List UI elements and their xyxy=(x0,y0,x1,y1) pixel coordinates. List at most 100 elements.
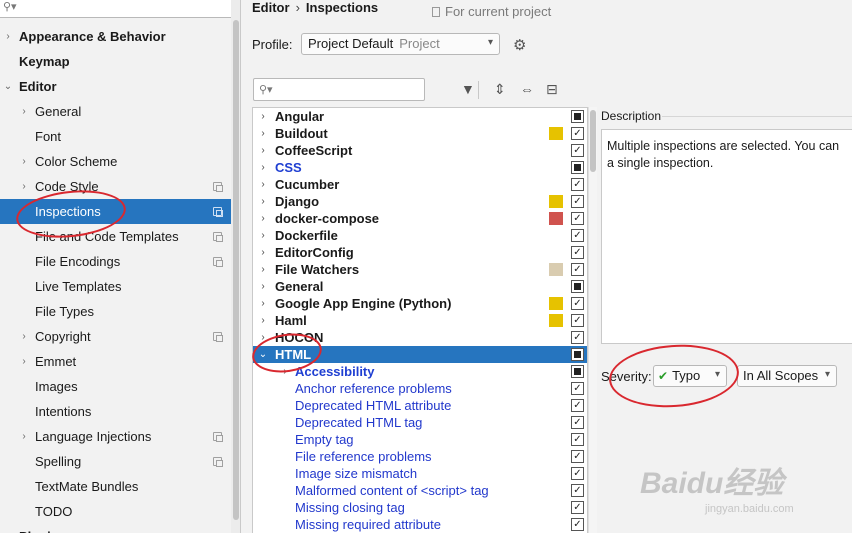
sidebar-item-general[interactable]: › General xyxy=(0,99,240,124)
sidebar-item-emmet[interactable]: › Emmet xyxy=(0,349,240,374)
inspection-checkbox[interactable]: ✓ xyxy=(571,331,584,344)
inspection-checkbox[interactable]: ✓ xyxy=(571,433,584,446)
inspection-search-input[interactable]: ⚲▾ xyxy=(253,78,425,101)
inspection-checkbox[interactable]: ✓ xyxy=(571,212,584,225)
sidebar-item-keymap[interactable]: Keymap xyxy=(0,49,240,74)
inspection-group[interactable]: › Accessibility xyxy=(253,363,587,380)
inspection-group[interactable]: › General xyxy=(253,278,587,295)
inspection-checkbox[interactable] xyxy=(571,110,584,123)
inspection-checkbox[interactable]: ✓ xyxy=(571,297,584,310)
sidebar-item-editor[interactable]: ⌄ Editor xyxy=(0,74,240,99)
inspection-checkbox[interactable]: ✓ xyxy=(571,382,584,395)
inspection-group[interactable]: › Cucumber ✓ xyxy=(253,176,587,193)
chevron-right-icon[interactable]: › xyxy=(258,278,268,295)
chevron-right-icon[interactable]: › xyxy=(258,159,268,176)
inspection-checkbox[interactable]: ✓ xyxy=(571,127,584,140)
inspection-checkbox[interactable]: ✓ xyxy=(571,263,584,276)
inspection-checkbox[interactable]: ✓ xyxy=(571,467,584,480)
inspection-checkbox[interactable]: ✓ xyxy=(571,178,584,191)
inspection-checkbox[interactable]: ✓ xyxy=(571,246,584,259)
inspection-group[interactable]: › Angular xyxy=(253,108,587,125)
inspection-group[interactable]: ⌄ HTML xyxy=(253,346,587,363)
breadcrumb-parent[interactable]: Editor xyxy=(252,0,290,15)
sidebar-item-file-encodings[interactable]: File Encodings xyxy=(0,249,240,274)
chevron-right-icon[interactable]: › xyxy=(3,24,13,49)
sidebar-item-font[interactable]: Font xyxy=(0,124,240,149)
inspection-checkbox[interactable] xyxy=(571,280,584,293)
chevron-right-icon[interactable]: › xyxy=(19,174,29,199)
sidebar-item-images[interactable]: Images xyxy=(0,374,240,399)
inspection-checkbox[interactable]: ✓ xyxy=(571,195,584,208)
sidebar-item-file-types[interactable]: File Types xyxy=(0,299,240,324)
reset-icon[interactable]: ⊟ xyxy=(546,81,558,98)
inspection-item[interactable]: Anchor reference problems ✓ xyxy=(253,380,587,397)
chevron-right-icon[interactable]: › xyxy=(19,324,29,349)
inspection-group[interactable]: › Google App Engine (Python) ✓ xyxy=(253,295,587,312)
inspection-checkbox[interactable]: ✓ xyxy=(571,229,584,242)
sidebar-item-plugins[interactable]: Plugins xyxy=(0,524,240,533)
chevron-right-icon[interactable]: › xyxy=(258,193,268,210)
inspection-item[interactable]: Malformed content of <script> tag ✓ xyxy=(253,482,587,499)
inspection-item[interactable]: Deprecated HTML tag ✓ xyxy=(253,414,587,431)
sidebar-item-intentions[interactable]: Intentions xyxy=(0,399,240,424)
inspection-checkbox[interactable]: ✓ xyxy=(571,314,584,327)
inspection-item[interactable]: Missing required attribute ✓ xyxy=(253,516,587,533)
inspection-group[interactable]: › Dockerfile ✓ xyxy=(253,227,587,244)
chevron-right-icon[interactable]: › xyxy=(258,125,268,142)
inspection-item[interactable]: File reference problems ✓ xyxy=(253,448,587,465)
sidebar-scrollbar-thumb[interactable] xyxy=(233,20,239,520)
inspection-checkbox[interactable]: ✓ xyxy=(571,484,584,497)
chevron-down-icon[interactable]: ⌄ xyxy=(258,346,268,363)
sidebar-item-color-scheme[interactable]: › Color Scheme xyxy=(0,149,240,174)
inspection-group[interactable]: › Haml ✓ xyxy=(253,312,587,329)
inspection-checkbox[interactable]: ✓ xyxy=(571,450,584,463)
inspection-checkbox[interactable]: ✓ xyxy=(571,518,584,531)
settings-search-input[interactable]: ⚲▾ xyxy=(0,0,234,18)
collapse-all-icon[interactable]: ⇔ xyxy=(520,81,534,97)
gear-icon[interactable]: ⚙ xyxy=(513,36,526,54)
chevron-right-icon[interactable]: › xyxy=(19,349,29,374)
chevron-right-icon[interactable]: › xyxy=(258,142,268,159)
chevron-right-icon[interactable]: › xyxy=(258,176,268,193)
severity-dropdown[interactable]: ✔ Typo ▾ xyxy=(653,365,727,387)
inspection-group[interactable]: › CSS xyxy=(253,159,587,176)
chevron-right-icon[interactable]: › xyxy=(19,149,29,174)
inspection-checkbox[interactable]: ✓ xyxy=(571,416,584,429)
chevron-right-icon[interactable]: › xyxy=(258,261,268,278)
chevron-right-icon[interactable]: › xyxy=(258,244,268,261)
inspection-group[interactable]: › Django ✓ xyxy=(253,193,587,210)
inspection-group[interactable]: › HOCON ✓ xyxy=(253,329,587,346)
inspection-group[interactable]: › docker-compose ✓ xyxy=(253,210,587,227)
chevron-right-icon[interactable]: › xyxy=(258,329,268,346)
chevron-right-icon[interactable]: › xyxy=(258,312,268,329)
inspection-item[interactable]: Missing closing tag ✓ xyxy=(253,499,587,516)
inspection-item[interactable]: Deprecated HTML attribute ✓ xyxy=(253,397,587,414)
inspection-checkbox[interactable]: ✓ xyxy=(571,501,584,514)
inspection-scrollbar-thumb[interactable] xyxy=(590,110,596,172)
chevron-right-icon[interactable]: › xyxy=(258,295,268,312)
chevron-down-icon[interactable]: ⌄ xyxy=(3,74,13,99)
chevron-right-icon[interactable]: › xyxy=(280,363,290,380)
sidebar-item-copyright[interactable]: › Copyright xyxy=(0,324,240,349)
sidebar-item-live-templates[interactable]: Live Templates xyxy=(0,274,240,299)
chevron-right-icon[interactable]: › xyxy=(258,108,268,125)
scope-dropdown[interactable]: In All Scopes ▾ xyxy=(737,365,837,387)
sidebar-item-language-injections[interactable]: › Language Injections xyxy=(0,424,240,449)
chevron-right-icon[interactable]: › xyxy=(258,227,268,244)
inspection-group[interactable]: › Buildout ✓ xyxy=(253,125,587,142)
inspection-item[interactable]: Empty tag ✓ xyxy=(253,431,587,448)
sidebar-item-appearance-behavior[interactable]: › Appearance & Behavior xyxy=(0,24,240,49)
sidebar-item-code-style[interactable]: › Code Style xyxy=(0,174,240,199)
expand-all-icon[interactable]: ⇕ xyxy=(494,81,506,98)
filter-icon[interactable]: ▼ xyxy=(461,81,475,97)
chevron-right-icon[interactable]: › xyxy=(258,210,268,227)
inspection-checkbox[interactable]: ✓ xyxy=(571,399,584,412)
sidebar-item-todo[interactable]: TODO xyxy=(0,499,240,524)
sidebar-item-file-and-code-templates[interactable]: File and Code Templates xyxy=(0,224,240,249)
profile-dropdown[interactable]: Project Default Project ▾ xyxy=(301,33,500,55)
sidebar-item-spelling[interactable]: Spelling xyxy=(0,449,240,474)
sidebar-item-textmate-bundles[interactable]: TextMate Bundles xyxy=(0,474,240,499)
inspection-checkbox[interactable] xyxy=(571,161,584,174)
chevron-right-icon[interactable]: › xyxy=(19,99,29,124)
inspection-group[interactable]: › CoffeeScript ✓ xyxy=(253,142,587,159)
